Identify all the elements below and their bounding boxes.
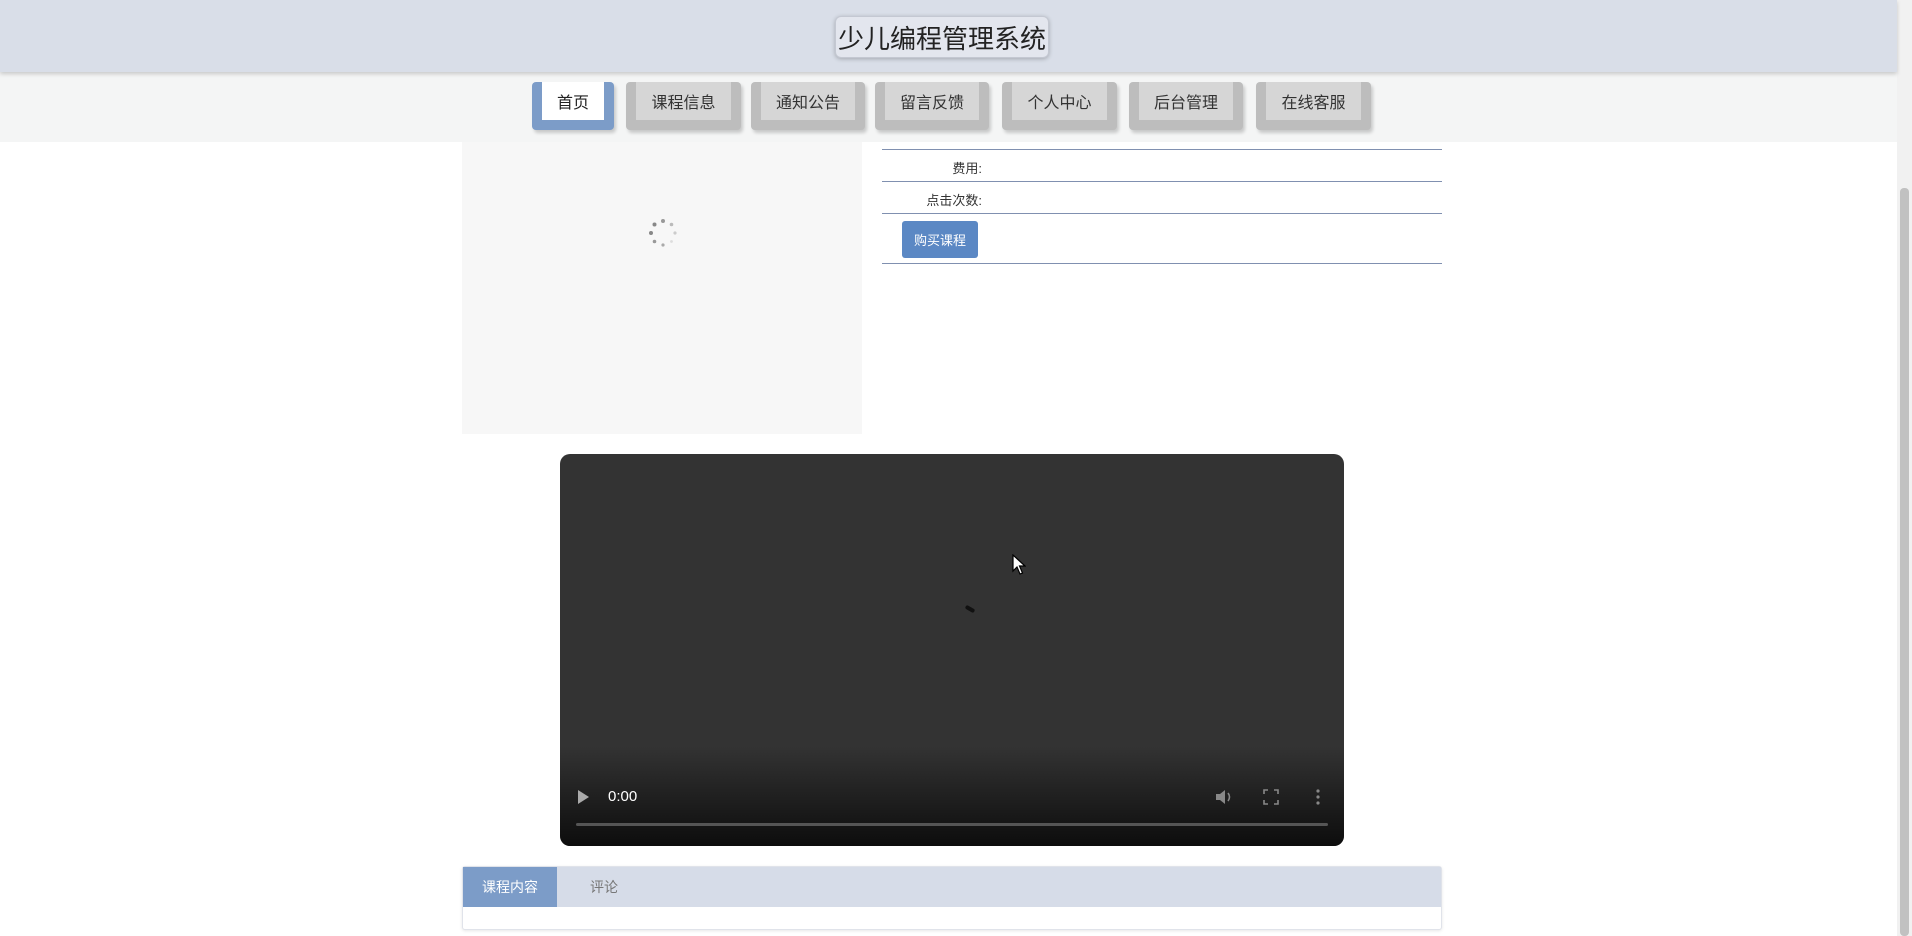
buy-course-button[interactable]: 购买课程 bbox=[902, 221, 978, 258]
tab-comments[interactable]: 评论 bbox=[557, 867, 651, 907]
mouse-cursor-icon bbox=[1012, 554, 1026, 575]
page-scrollbar[interactable] bbox=[1897, 0, 1912, 936]
nav-item-label: 首页 bbox=[542, 82, 604, 120]
fee-label: 费用: bbox=[952, 161, 982, 176]
nav-item-feedback[interactable]: 留言反馈 bbox=[875, 82, 989, 130]
info-divider bbox=[882, 263, 1442, 264]
nav-item-home[interactable]: 首页 bbox=[532, 82, 614, 130]
nav-item-label: 留言反馈 bbox=[885, 82, 979, 120]
nav-item-label: 通知公告 bbox=[761, 82, 855, 120]
nav-item-online-service[interactable]: 在线客服 bbox=[1256, 82, 1371, 130]
course-image bbox=[462, 142, 862, 434]
nav-item-label: 个人中心 bbox=[1012, 82, 1107, 120]
course-tabs: 课程内容 评论 bbox=[462, 866, 1442, 930]
site-title: 少儿编程管理系统 bbox=[835, 16, 1049, 58]
volume-icon[interactable] bbox=[1214, 788, 1234, 806]
tab-course-content[interactable]: 课程内容 bbox=[463, 867, 557, 907]
info-divider bbox=[882, 149, 1442, 150]
info-divider bbox=[882, 213, 1442, 214]
main-nav: 首页 课程信息 通知公告 留言反馈 个人中心 后台管理 在线客服 bbox=[0, 72, 1897, 142]
tab-bar: 课程内容 评论 bbox=[463, 867, 1441, 907]
more-options-icon[interactable] bbox=[1315, 788, 1321, 806]
nav-item-course-info[interactable]: 课程信息 bbox=[626, 82, 741, 130]
nav-item-profile[interactable]: 个人中心 bbox=[1002, 82, 1117, 130]
nav-item-notices[interactable]: 通知公告 bbox=[751, 82, 865, 130]
scrollbar-thumb[interactable] bbox=[1900, 188, 1909, 936]
video-loading-indicator bbox=[964, 604, 976, 614]
nav-item-label: 课程信息 bbox=[636, 82, 731, 120]
video-player[interactable]: 0:00 bbox=[560, 454, 1344, 846]
video-time: 0:00 bbox=[608, 788, 638, 805]
fullscreen-icon[interactable] bbox=[1263, 789, 1279, 805]
nav-item-label: 在线客服 bbox=[1266, 82, 1361, 120]
click-count-label: 点击次数: bbox=[926, 193, 982, 208]
play-icon[interactable] bbox=[578, 790, 589, 804]
video-progress-bar[interactable] bbox=[576, 823, 1328, 826]
loading-spinner-icon bbox=[649, 219, 677, 247]
nav-item-label: 后台管理 bbox=[1139, 82, 1233, 120]
info-divider bbox=[882, 181, 1442, 182]
site-header: 少儿编程管理系统 bbox=[0, 0, 1897, 72]
nav-item-admin[interactable]: 后台管理 bbox=[1129, 82, 1243, 130]
